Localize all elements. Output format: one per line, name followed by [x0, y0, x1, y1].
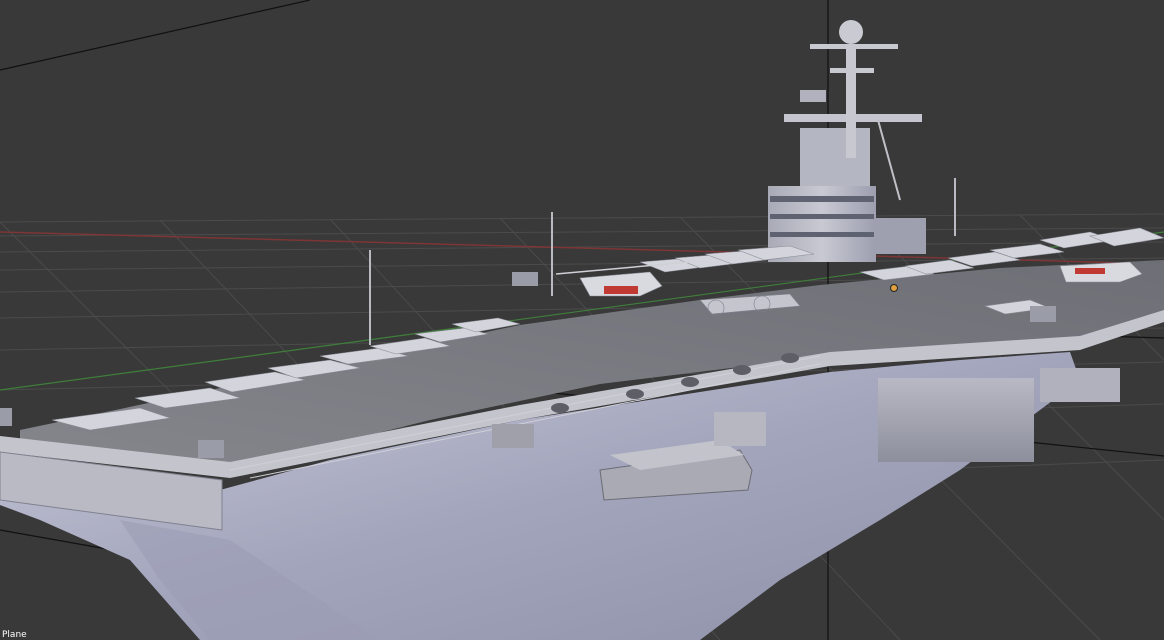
viewport-scene[interactable]	[0, 0, 1164, 640]
aft-sponson	[1040, 368, 1120, 402]
3d-viewport[interactable]: Plane	[0, 0, 1164, 640]
origin-dot-icon[interactable]	[890, 284, 898, 292]
sponson-block	[878, 378, 1034, 462]
active-object-label: Plane	[2, 630, 27, 640]
island-superstructure	[768, 20, 926, 262]
